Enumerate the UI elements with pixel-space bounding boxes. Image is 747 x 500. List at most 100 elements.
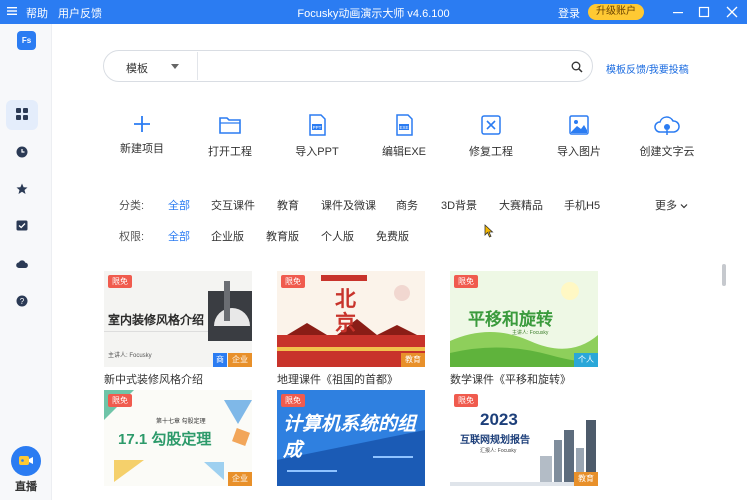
svg-text:PPT: PPT <box>313 125 322 130</box>
category-badge: 教育 <box>574 472 598 486</box>
category-option[interactable]: 手机H5 <box>564 197 600 213</box>
live-label: 直播 <box>15 481 37 493</box>
sidebar-item-favorites[interactable] <box>6 175 38 205</box>
mouse-cursor-icon <box>484 224 494 243</box>
category-option[interactable]: 3D背景 <box>441 197 477 213</box>
category-option[interactable]: 大赛精品 <box>499 197 543 213</box>
action-label: 打开工程 <box>208 146 252 158</box>
grid-icon <box>16 108 28 120</box>
svg-text:?: ? <box>20 297 25 306</box>
thumbnail-author: 主讲人: Focusky <box>512 330 549 336</box>
more-filters-button[interactable]: 更多 <box>655 197 688 213</box>
new-project-button[interactable]: 新建项目 <box>102 108 182 160</box>
exe-file-icon: EXE <box>396 114 413 136</box>
create-word-cloud-button[interactable]: 创建文字云 <box>627 108 707 160</box>
ppt-file-icon: PPT <box>309 114 326 136</box>
shop-badge: 商 <box>213 353 227 367</box>
template-card[interactable]: 平移和旋转 主讲人: Focusky 限免 个人 数学课件《平移和旋转》 <box>450 271 598 387</box>
minimize-icon[interactable] <box>668 2 688 22</box>
category-badge: 企业 <box>228 353 252 367</box>
action-label: 修复工程 <box>469 146 513 158</box>
chevron-down-icon[interactable] <box>171 64 179 69</box>
upgrade-button[interactable]: 升级账户 <box>588 4 644 20</box>
action-label: 新建项目 <box>120 143 164 155</box>
action-label: 导入图片 <box>557 146 601 158</box>
import-ppt-button[interactable]: PPT 导入PPT <box>277 108 357 160</box>
permission-option[interactable]: 企业版 <box>211 228 244 244</box>
category-option[interactable]: 交互课件 <box>211 197 255 213</box>
search-divider <box>197 52 198 80</box>
thumbnail-title: 计算机系统的组成 <box>283 414 417 461</box>
free-badge: 限免 <box>108 394 132 407</box>
template-feedback-link[interactable]: 模板反馈/我要投稿 <box>606 61 689 76</box>
free-badge: 限免 <box>108 275 132 288</box>
template-card[interactable]: 北京 限免 教育 地理课件《祖国的首都》 <box>277 271 425 387</box>
template-card[interactable]: 2023 互联网规划报告 汇报人: Focusky 限免 教育 <box>450 390 598 486</box>
sidebar-item-tasks[interactable] <box>6 212 38 242</box>
action-label: 导入PPT <box>295 146 339 158</box>
svg-text:EXE: EXE <box>399 125 408 130</box>
sidebar-item-help[interactable]: ? <box>6 287 38 317</box>
permission-option[interactable]: 全部 <box>168 228 190 244</box>
cloud-icon <box>16 260 28 268</box>
image-icon <box>569 115 589 135</box>
app-window: { "titlebar": { "menu_help": "帮助", "menu… <box>0 0 747 500</box>
thumbnail-title: 平移和旋转 <box>468 310 553 330</box>
title-bar: 帮助 用户反馈 Focusky动画演示大师 v4.6.100 登录 升级账户 <box>0 0 747 24</box>
sidebar-item-templates[interactable] <box>6 100 38 130</box>
thumbnail-title: 北京 <box>335 286 356 335</box>
scrollbar-thumb[interactable] <box>722 264 726 286</box>
action-label: 创建文字云 <box>639 146 695 158</box>
plus-icon <box>134 116 150 132</box>
maximize-icon[interactable] <box>694 2 714 22</box>
repair-project-button[interactable]: 修复工程 <box>451 108 531 160</box>
free-badge: 限免 <box>281 394 305 407</box>
category-badge: 企业 <box>228 472 252 486</box>
category-option[interactable]: 全部 <box>168 197 190 213</box>
sidebar-item-recent[interactable] <box>6 138 38 168</box>
search-icon[interactable] <box>571 60 583 78</box>
search-category-select[interactable]: 模板 <box>126 60 148 76</box>
template-card[interactable]: 计算机系统的组成 限免 <box>277 390 425 486</box>
thumbnail-author: 汇报人: Focusky <box>480 448 517 454</box>
template-thumbnail: 平移和旋转 主讲人: Focusky 限免 个人 <box>450 271 598 367</box>
login-link[interactable]: 登录 <box>558 5 580 21</box>
close-icon[interactable] <box>722 2 742 22</box>
help-icon: ? <box>16 295 28 307</box>
template-thumbnail: 室内装修风格介绍 主讲人: Focusky 限免 商 企业 <box>104 271 252 367</box>
category-option[interactable]: 教育 <box>277 197 299 213</box>
thumbnail-subtitle: 第十七章 勾股定理 <box>156 419 206 425</box>
open-project-button[interactable]: 打开工程 <box>190 108 270 160</box>
template-thumbnail: 北京 限免 教育 <box>277 271 425 367</box>
template-card[interactable]: 第十七章 勾股定理 17.1 勾股定理 限免 企业 <box>104 390 252 486</box>
thumbnail-title: 17.1 勾股定理 <box>118 431 212 448</box>
template-title: 新中式装修风格介绍 <box>104 374 203 386</box>
permission-option[interactable]: 免费版 <box>376 228 409 244</box>
template-thumbnail: 第十七章 勾股定理 17.1 勾股定理 限免 企业 <box>104 390 252 486</box>
free-badge: 限免 <box>454 275 478 288</box>
repair-icon <box>481 115 501 135</box>
import-image-button[interactable]: 导入图片 <box>539 108 619 160</box>
sidebar-item-cloud[interactable] <box>6 250 38 280</box>
clock-icon <box>16 146 28 158</box>
chevron-down-icon <box>680 204 688 209</box>
permission-option[interactable]: 教育版 <box>266 228 299 244</box>
template-card[interactable]: 室内装修风格介绍 主讲人: Focusky 限免 商 企业 新中式装修风格介绍 <box>104 271 252 387</box>
checkbox-icon <box>16 220 28 231</box>
category-option[interactable]: 课件及微课 <box>321 197 376 213</box>
category-option[interactable]: 商务 <box>396 197 418 213</box>
thumbnail-subtitle: 互联网规划报告 <box>460 435 530 446</box>
free-badge: 限免 <box>281 275 305 288</box>
more-label: 更多 <box>655 200 677 212</box>
thumbnail-author: 主讲人: Focusky <box>108 353 152 359</box>
category-badge: 教育 <box>401 353 425 367</box>
category-badge: 个人 <box>574 353 598 367</box>
thumbnail-title: 2023 <box>480 410 518 429</box>
search-input[interactable] <box>204 55 564 77</box>
search-bar: 模板 <box>103 50 593 82</box>
template-title: 地理课件《祖国的首都》 <box>277 374 398 386</box>
live-button[interactable]: 直播 <box>9 446 43 493</box>
permission-filter-title: 权限: <box>119 231 145 243</box>
edit-exe-button[interactable]: EXE 编辑EXE <box>364 108 444 160</box>
permission-option[interactable]: 个人版 <box>321 228 354 244</box>
